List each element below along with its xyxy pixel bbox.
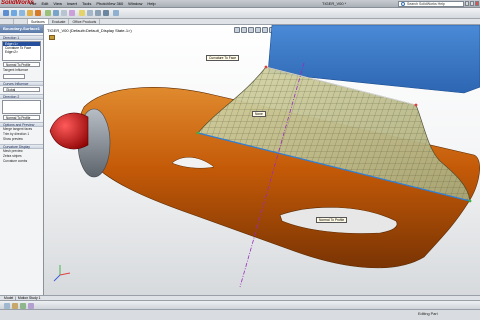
tangent-influence-label: Tangent Influence	[3, 68, 29, 72]
property-manager-title: Boundary-Surface1	[0, 25, 43, 33]
direction2-section: Direction 2 Normal To Profile	[0, 94, 43, 120]
ruled-surface-icon[interactable]	[69, 10, 75, 16]
direction1-section: Direction 1 Edge<1> Curvature To Face Ed…	[0, 35, 43, 79]
menu-bar: File Edit View Insert Tools PhotoView 36…	[30, 1, 156, 6]
filled-surface-icon[interactable]	[45, 10, 51, 16]
direction1-title[interactable]: Direction 1	[0, 35, 43, 40]
menu-tools[interactable]: Tools	[82, 1, 91, 6]
tangent-type-select[interactable]: Normal To Profile	[3, 62, 40, 67]
tab-evaluate[interactable]: Evaluate	[49, 19, 70, 24]
surfaces-toolbar	[0, 8, 480, 19]
direction2-tangent-select[interactable]: Normal To Profile	[3, 115, 40, 120]
lofted-surface-icon[interactable]	[27, 10, 33, 16]
menu-insert[interactable]: Insert	[67, 1, 77, 6]
graphics-area[interactable]: TIGER_V00 (Default<Default_Display State…	[44, 25, 480, 295]
close-button[interactable]	[475, 1, 479, 6]
search-input[interactable]: Search SolidWorks Help	[398, 1, 464, 7]
boundary-surface-icon[interactable]	[35, 10, 41, 16]
knit-surface-icon[interactable]	[103, 10, 109, 16]
options-preview-section: Options and Preview Merge tangent faces …	[0, 122, 43, 142]
curvature-combs-checkbox[interactable]: Curvature combs	[0, 159, 43, 164]
tab-sketch[interactable]	[14, 19, 28, 24]
curves-influence-section: Curves Influence Global	[0, 81, 43, 92]
nose-cone	[49, 112, 89, 150]
control-point	[468, 199, 472, 203]
fillet-icon[interactable]	[79, 10, 85, 16]
title-bar: SolidWorks File Edit View Insert Tools P…	[0, 0, 480, 8]
status-bar: Editing Part	[0, 309, 480, 320]
document-title: TIGER_V00 *	[322, 1, 347, 6]
curvature-display-section: Curvature Display Mesh preview Zebra str…	[0, 144, 43, 164]
tab-surfaces[interactable]: Surfaces	[28, 19, 49, 24]
extend-surface-icon[interactable]	[95, 10, 101, 16]
curves-influence-title[interactable]: Curves Influence	[0, 81, 43, 86]
menu-window[interactable]: Window	[128, 1, 142, 6]
extruded-surface-icon[interactable]	[3, 10, 9, 16]
curves-influence-select[interactable]: Global	[3, 87, 40, 92]
sketch-toolbar	[0, 300, 480, 309]
control-point	[196, 131, 200, 135]
trim-surface-icon[interactable]	[87, 10, 93, 16]
menu-file[interactable]: File	[30, 1, 36, 6]
show-preview-checkbox[interactable]: Show preview	[0, 137, 43, 142]
app-logo: SolidWorks	[1, 0, 34, 6]
offset-surface-icon[interactable]	[61, 10, 67, 16]
swept-surface-icon[interactable]	[19, 10, 25, 16]
maximize-button[interactable]	[470, 1, 474, 6]
direction1-selection-list[interactable]: Edge<1> Curvature To Face Edge<2>	[2, 41, 41, 61]
planar-surface-icon[interactable]	[53, 10, 59, 16]
thicken-icon[interactable]	[113, 10, 119, 16]
callout-none[interactable]: None	[252, 111, 266, 117]
search-icon[interactable]	[401, 2, 405, 6]
menu-help[interactable]: Help	[147, 1, 155, 6]
model-render[interactable]	[44, 25, 480, 295]
tab-features[interactable]	[0, 19, 14, 24]
menu-view[interactable]: View	[53, 1, 62, 6]
status-editing-part: Editing Part	[418, 312, 438, 316]
revolved-surface-icon[interactable]	[11, 10, 17, 16]
callout-curvature-to-face[interactable]: Curvature To Face	[206, 55, 240, 61]
menu-photoview[interactable]: PhotoView 360	[96, 1, 123, 6]
triad-icon	[53, 265, 71, 282]
tab-office-products[interactable]: Office Products	[69, 19, 101, 24]
tangent-influence-input[interactable]	[3, 74, 25, 79]
list-item[interactable]: Edge<2>	[3, 50, 40, 54]
direction2-title[interactable]: Direction 2	[0, 94, 43, 99]
menu-edit[interactable]: Edit	[41, 1, 48, 6]
minimize-button[interactable]	[465, 1, 469, 6]
property-manager: Boundary-Surface1 Direction 1 Edge<1> Cu…	[0, 25, 44, 295]
control-point	[414, 103, 418, 107]
callout-normal-to-profile[interactable]: Normal To Profile	[316, 217, 348, 223]
direction2-selection-list[interactable]	[2, 100, 41, 114]
control-point	[264, 65, 268, 69]
window-controls	[465, 1, 479, 6]
